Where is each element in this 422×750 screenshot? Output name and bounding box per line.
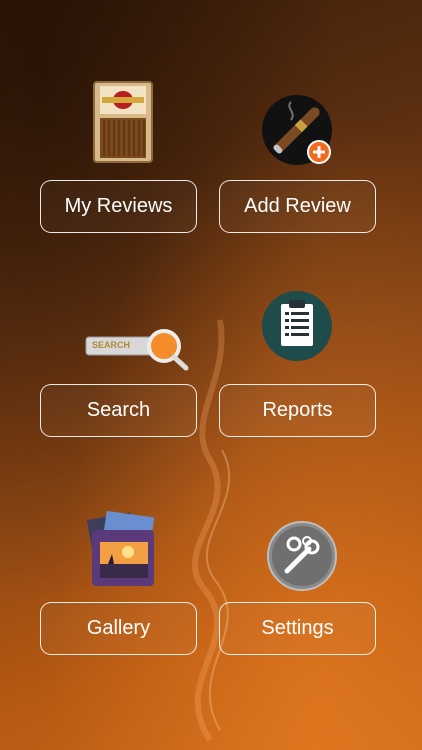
add-review-label: Add Review — [244, 195, 351, 217]
cigar-box-icon — [93, 81, 153, 163]
settings-button[interactable]: Settings — [219, 602, 376, 655]
add-cigar-icon — [262, 95, 332, 165]
gallery-label: Gallery — [86, 617, 151, 639]
add-review-button[interactable]: Add Review — [219, 180, 376, 233]
search-button[interactable]: Search — [40, 384, 197, 437]
settings-label: Settings — [261, 617, 334, 639]
gallery-button[interactable]: Gallery — [40, 602, 197, 655]
settings-gear-icon — [267, 521, 337, 591]
reports-button[interactable]: Reports — [219, 384, 376, 437]
my-reviews-label: My Reviews — [64, 195, 173, 217]
search-label: Search — [86, 399, 151, 421]
search-bar-text: SEARCH — [92, 340, 131, 350]
photo-gallery-icon — [86, 510, 155, 586]
reports-label: Reports — [262, 399, 333, 421]
clipboard-icon — [262, 291, 332, 361]
my-reviews-button[interactable]: My Reviews — [40, 180, 197, 233]
search-bar-icon: SEARCH — [84, 328, 190, 372]
